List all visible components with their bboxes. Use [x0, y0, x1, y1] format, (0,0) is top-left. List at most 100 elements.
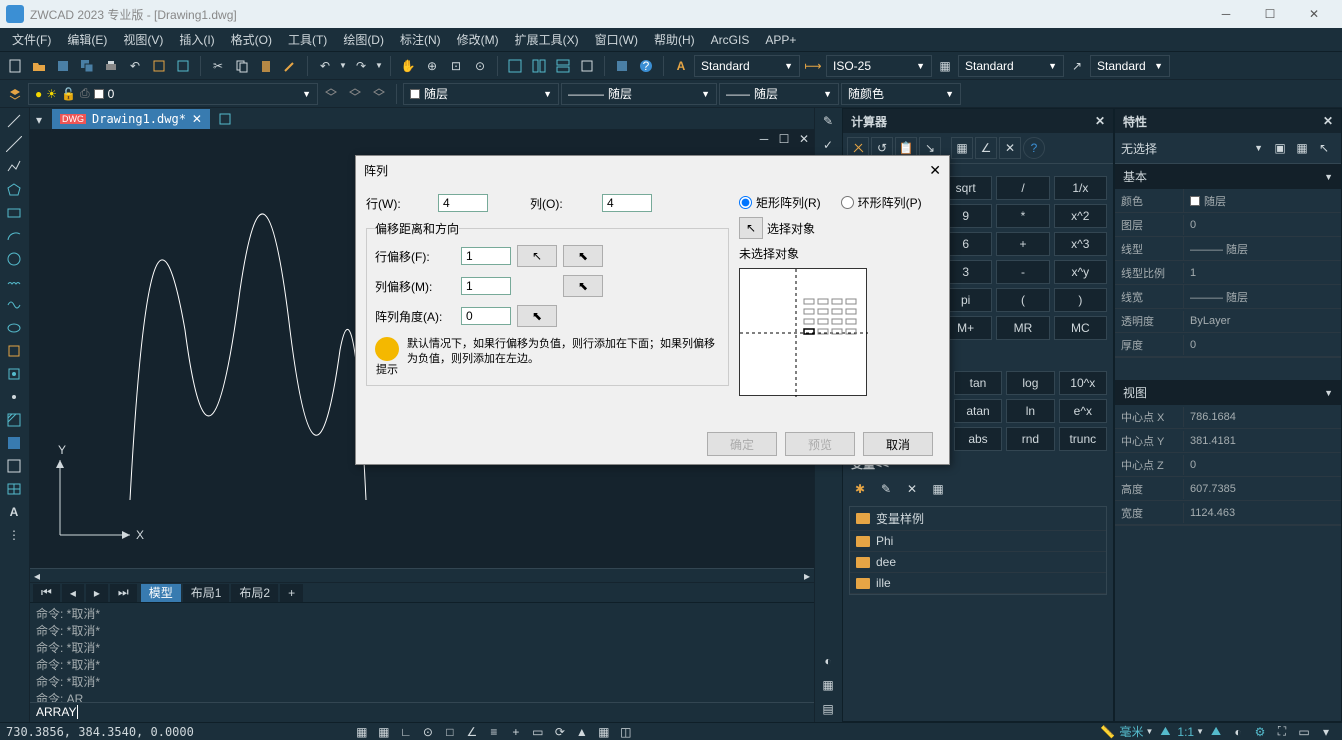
- hscrollbar[interactable]: ◂ ▸: [30, 568, 814, 582]
- publish-icon[interactable]: [172, 55, 194, 77]
- annoscale2-icon[interactable]: ⛰: [1206, 724, 1226, 740]
- polar-icon[interactable]: ⊙: [418, 724, 438, 740]
- layout2-icon[interactable]: [528, 55, 550, 77]
- dimstyle-combo[interactable]: ISO-25▼: [826, 55, 932, 77]
- palette-layers-icon[interactable]: ▤: [817, 698, 839, 720]
- calc-button[interactable]: -: [996, 260, 1049, 284]
- tablestyle-icon[interactable]: ▦: [934, 55, 956, 77]
- calc-button[interactable]: MC: [1054, 316, 1107, 340]
- polygon-icon[interactable]: [2, 179, 26, 201]
- col-offset-input[interactable]: [461, 277, 511, 295]
- qp-icon[interactable]: ▦: [594, 724, 614, 740]
- ws-icon[interactable]: ⚙: [1250, 724, 1270, 740]
- model-icon[interactable]: ▭: [528, 724, 548, 740]
- pickadd-icon[interactable]: ▦: [1291, 137, 1313, 159]
- textstyle-icon[interactable]: A: [670, 55, 692, 77]
- variable-row[interactable]: Phi: [850, 531, 1106, 552]
- calc-sci-button[interactable]: trunc: [1059, 427, 1107, 451]
- point-icon[interactable]: [2, 386, 26, 408]
- properties-close-icon[interactable]: ✕: [1323, 114, 1333, 128]
- props-row[interactable]: 图层0: [1115, 213, 1341, 237]
- undo-icon[interactable]: ↶: [314, 55, 336, 77]
- menu-item[interactable]: 标注(N): [392, 29, 449, 50]
- props-row[interactable]: 高度607.7385: [1115, 477, 1341, 501]
- palette-grid-icon[interactable]: ▦: [817, 674, 839, 696]
- props-view-header[interactable]: 视图▼: [1115, 380, 1341, 405]
- menu-item[interactable]: APP+: [757, 31, 804, 49]
- calc-button[interactable]: /: [996, 176, 1049, 200]
- plot-icon[interactable]: [148, 55, 170, 77]
- props-row[interactable]: 线型——— 随层: [1115, 237, 1341, 261]
- snap-grid-icon[interactable]: ▦: [352, 724, 372, 740]
- cancel-button[interactable]: 取消: [863, 432, 933, 456]
- angle-input[interactable]: [461, 307, 511, 325]
- undo2-icon[interactable]: ↶: [124, 55, 146, 77]
- menu-item[interactable]: 扩展工具(X): [507, 29, 587, 50]
- mleaderstyle-icon[interactable]: ↗: [1066, 55, 1088, 77]
- menu-item[interactable]: 绘图(D): [335, 29, 392, 50]
- sheet-tab[interactable]: 模型: [141, 584, 181, 602]
- tablestyle-combo[interactable]: Standard▼: [958, 55, 1064, 77]
- spline-icon[interactable]: [2, 294, 26, 316]
- ok-button[interactable]: 确定: [707, 432, 777, 456]
- sheet-next-icon[interactable]: ▸: [86, 584, 108, 602]
- region-icon[interactable]: [2, 455, 26, 477]
- clean-icon[interactable]: ▭: [1294, 724, 1314, 740]
- calc-button[interactable]: 1/x: [1054, 176, 1107, 200]
- menu-item[interactable]: 格式(O): [223, 29, 280, 50]
- command-input[interactable]: ARRAY: [30, 702, 814, 722]
- pan-icon[interactable]: ✋: [397, 55, 419, 77]
- circle-icon[interactable]: [2, 248, 26, 270]
- dimstyle-icon[interactable]: ⟼: [802, 55, 824, 77]
- mdi-minimize-icon[interactable]: ─: [754, 130, 774, 148]
- layer-combo[interactable]: ● ☀ 🔓 ⎙ 0 ▼: [28, 83, 318, 105]
- pick-col-offset-button[interactable]: ⬉: [563, 275, 603, 297]
- quickselect-icon[interactable]: ▣: [1269, 137, 1291, 159]
- cut-icon[interactable]: ✂: [207, 55, 229, 77]
- calc-button[interactable]: ): [1054, 288, 1107, 312]
- rect-array-radio[interactable]: 矩形阵列(R): [739, 194, 821, 211]
- row-offset-input[interactable]: [461, 247, 511, 265]
- var-new-icon[interactable]: ✱: [849, 478, 871, 500]
- calc-button[interactable]: x^y: [1054, 260, 1107, 284]
- var-del-icon[interactable]: ✕: [901, 478, 923, 500]
- palette-check-icon[interactable]: ✓: [817, 134, 839, 156]
- mleaderstyle-combo[interactable]: Standard▼: [1090, 55, 1170, 77]
- calc-button[interactable]: *: [996, 204, 1049, 228]
- calc-sci-button[interactable]: 10^x: [1059, 371, 1107, 395]
- props-row[interactable]: 线型比例1: [1115, 261, 1341, 285]
- chevron-down-icon[interactable]: ▼: [1145, 727, 1153, 736]
- pick-angle-button[interactable]: ⬉: [517, 305, 557, 327]
- redo-icon[interactable]: ↷: [350, 55, 372, 77]
- new-icon[interactable]: [4, 55, 26, 77]
- menu-item[interactable]: 窗口(W): [587, 29, 646, 50]
- annomon-icon[interactable]: ▲: [572, 724, 592, 740]
- lwt-icon[interactable]: ≡: [484, 724, 504, 740]
- menu-item[interactable]: 工具(T): [280, 29, 335, 50]
- layout1-icon[interactable]: [504, 55, 526, 77]
- ortho-icon[interactable]: ∟: [396, 724, 416, 740]
- annovisibility-icon[interactable]: ◐: [1228, 724, 1248, 740]
- calculator-close-icon[interactable]: ✕: [1095, 114, 1105, 128]
- plotstyle-combo[interactable]: 随颜色▼: [841, 83, 961, 105]
- zoomrt-icon[interactable]: ⊕: [421, 55, 443, 77]
- lineweight-combo[interactable]: ——随层▼: [719, 83, 839, 105]
- props-row[interactable]: 中心点 Z0: [1115, 453, 1341, 477]
- calc-button[interactable]: +: [996, 232, 1049, 256]
- maximize-button[interactable]: ☐: [1248, 0, 1292, 28]
- calc-button[interactable]: x^2: [1054, 204, 1107, 228]
- sheet-tab[interactable]: 布局1: [183, 584, 230, 602]
- props-row[interactable]: 宽度1124.463: [1115, 501, 1341, 525]
- grid-icon[interactable]: ▦: [374, 724, 394, 740]
- props-row[interactable]: 线宽——— 随层: [1115, 285, 1341, 309]
- calc-sci-button[interactable]: rnd: [1006, 427, 1054, 451]
- xline-icon[interactable]: [2, 133, 26, 155]
- block-icon[interactable]: [2, 363, 26, 385]
- sheet-tab[interactable]: 布局2: [231, 584, 278, 602]
- hatch-icon[interactable]: [2, 409, 26, 431]
- cols-input[interactable]: [602, 194, 652, 212]
- dropdown-icon[interactable]: ▾: [36, 113, 48, 125]
- calc-sci-button[interactable]: tan: [954, 371, 1002, 395]
- calc-help-icon[interactable]: ?: [1023, 137, 1045, 159]
- preview-button[interactable]: 预览: [785, 432, 855, 456]
